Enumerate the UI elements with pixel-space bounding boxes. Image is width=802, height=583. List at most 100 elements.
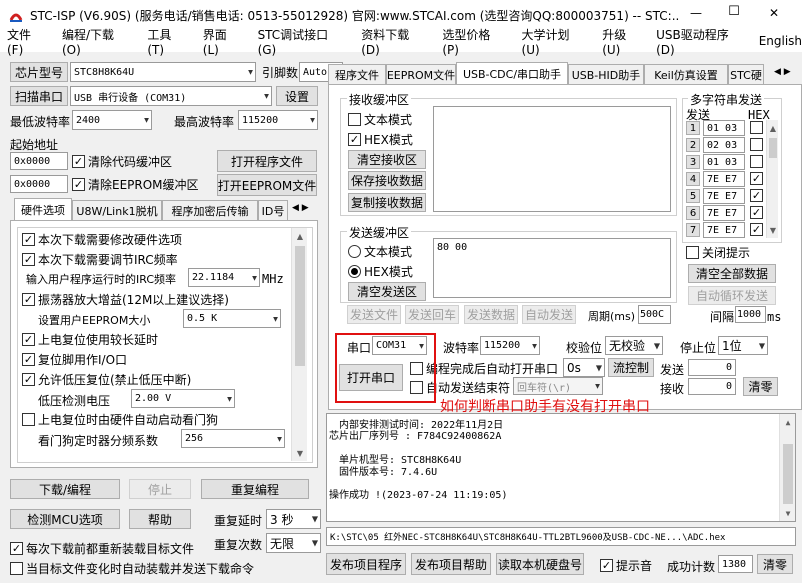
multi-send-7-button[interactable]: 7 (686, 223, 700, 237)
send-textarea[interactable]: 80 00 (433, 238, 671, 298)
multi-send-5-button[interactable]: 5 (686, 189, 700, 203)
long-reset-delay-checkbox[interactable]: ✓ 上电复位使用较长延时 (22, 331, 158, 348)
clear-all-data-button[interactable]: 清空全部数据 (688, 264, 776, 283)
scan-port-button[interactable]: 扫描串口 (10, 86, 68, 106)
multi-send-2-button[interactable]: 2 (686, 138, 700, 152)
rx-hex-mode-checkbox[interactable]: ✓ HEX模式 (348, 131, 413, 148)
publish-help-button[interactable]: 发布项目帮助 (411, 553, 491, 575)
clear-eeprom-checkbox[interactable]: ✓ 清除EEPROM缓冲区 (72, 176, 199, 193)
maximize-button[interactable]: ☐ (724, 4, 744, 19)
multi-hex-6-checkbox[interactable]: ✓ (750, 206, 766, 219)
multi-hex-5-checkbox[interactable]: ✓ (750, 189, 766, 202)
menu-interface[interactable]: 界面(L) (203, 26, 243, 57)
close-hint-checkbox[interactable]: 关闭提示 (686, 244, 750, 261)
menu-price[interactable]: 选型价格(P) (442, 26, 506, 57)
send-return-button[interactable]: 发送回车 (405, 305, 459, 324)
options-scrollbar[interactable]: ▲ ▼ (291, 228, 307, 461)
chip-label-button[interactable]: 芯片型号 (10, 62, 68, 82)
wdt-prescaler-select[interactable]: 256 ▼ (181, 429, 285, 448)
tab-stc-hw[interactable]: STC硬 (728, 64, 764, 84)
scroll-down-icon[interactable]: ▼ (292, 445, 308, 461)
clear-success-button[interactable]: 清零 (757, 554, 793, 574)
repeat-times-select[interactable]: 无限 ▼ (266, 533, 321, 553)
multi-string-3-input[interactable]: 01 03 (703, 154, 745, 170)
scroll-down-icon[interactable]: ▼ (767, 222, 779, 238)
oscillator-gain-checkbox[interactable]: ✓ 振荡器放大增益(12M以上建议选择) (22, 291, 229, 308)
clear-send-button[interactable]: 清空发送区 (348, 282, 426, 301)
menu-usb-driver[interactable]: USB驱动程序(D) (656, 26, 747, 57)
tab-usb-hid[interactable]: USB-HID助手 (568, 64, 644, 84)
auto-watchdog-checkbox[interactable]: 上电复位时由硬件自动启动看门狗 (22, 411, 218, 428)
eeprom-size-select[interactable]: 0.5 K ▼ (183, 309, 281, 328)
auto-reload-checkbox[interactable]: 当目标文件变化时自动装载并发送下载命令 (10, 560, 254, 577)
download-program-button[interactable]: 下载/编程 (10, 479, 120, 499)
multi-string-4-input[interactable]: 7E E7 (703, 171, 745, 187)
copy-receive-button[interactable]: 复制接收数据 (348, 193, 426, 212)
tab-eeprom-file[interactable]: EEPROM文件 (386, 64, 456, 84)
multi-string-6-input[interactable]: 7E E7 (703, 205, 745, 221)
repeat-program-button[interactable]: 重复编程 (201, 479, 309, 499)
menu-tools[interactable]: 工具(T) (147, 26, 187, 57)
minimize-button[interactable]: — (686, 6, 706, 20)
send-file-button[interactable]: 发送文件 (347, 305, 401, 324)
baud-rate-select[interactable]: 115200 ▼ (480, 336, 540, 355)
clear-code-checkbox[interactable]: ✓ 清除代码缓冲区 (72, 153, 172, 170)
parity-select[interactable]: 无校验 ▼ (605, 336, 663, 355)
multi-hex-4-checkbox[interactable]: ✓ (750, 172, 766, 185)
period-input[interactable]: 500C (638, 305, 671, 324)
multi-string-7-input[interactable]: 7E E7 (703, 222, 745, 238)
menu-upgrade[interactable]: 升级(U) (602, 26, 644, 57)
tab-hardware-options[interactable]: 硬件选项 (14, 198, 72, 220)
multi-hex-7-checkbox[interactable]: ✓ (750, 223, 766, 236)
auto-send-button[interactable]: 自动发送 (522, 305, 576, 324)
chip-select[interactable]: STC8H8K64U ▼ (70, 62, 256, 82)
tx-hex-mode-radio[interactable]: HEX模式 (348, 263, 413, 280)
low-voltage-reset-checkbox[interactable]: ✓ 允许低压复位(禁止低压中断) (22, 371, 191, 388)
send-data-button[interactable]: 发送数据 (464, 305, 518, 324)
multi-send-6-button[interactable]: 6 (686, 206, 700, 220)
tab-keil-sim[interactable]: Keil仿真设置 (644, 64, 728, 84)
help-button[interactable]: 帮助 (129, 509, 191, 529)
multi-string-scrollbar[interactable]: ▲ ▼ (766, 120, 778, 238)
adjust-irc-checkbox[interactable]: ✓ 本次下载需要调节IRC频率 (22, 251, 178, 268)
tx-text-mode-radio[interactable]: 文本模式 (348, 243, 412, 260)
scroll-up-icon[interactable]: ▲ (292, 228, 308, 244)
flow-control-button[interactable]: 流控制 (608, 358, 654, 377)
menu-program[interactable]: 编程/下载(O) (62, 26, 132, 57)
stop-bits-select[interactable]: 1位 ▼ (718, 336, 768, 355)
interval-input[interactable]: 1000 (735, 306, 766, 323)
open-eeprom-file-button[interactable]: 打开EEPROM文件 (217, 174, 317, 196)
scroll-down-icon[interactable]: ▼ (780, 505, 796, 521)
multi-send-3-button[interactable]: 3 (686, 155, 700, 169)
close-button[interactable]: ✕ (764, 6, 784, 20)
auto-loop-send-button[interactable]: 自动循环发送 (688, 286, 776, 305)
scrollbar-thumb[interactable] (769, 138, 777, 158)
right-tab-scroll-arrows[interactable]: ◀ ▶ (774, 67, 791, 77)
multi-send-1-button[interactable]: 1 (686, 121, 700, 135)
tab-program-file[interactable]: 程序文件 (328, 64, 386, 84)
multi-hex-1-checkbox[interactable] (750, 121, 766, 134)
lvd-voltage-select[interactable]: 2.00 V ▼ (131, 389, 235, 408)
multi-hex-2-checkbox[interactable] (750, 138, 766, 151)
modify-hardware-checkbox[interactable]: ✓ 本次下载需要修改硬件选项 (22, 231, 182, 248)
menu-english[interactable]: English (759, 34, 802, 48)
tab-scroll-arrows[interactable]: ◀ ▶ (292, 203, 309, 213)
eeprom-address-input[interactable]: 0x0000 (10, 175, 68, 193)
multi-string-5-input[interactable]: 7E E7 (703, 188, 745, 204)
auto-open-delay-select[interactable]: 0s ▼ (563, 358, 605, 377)
open-program-file-button[interactable]: 打开程序文件 (217, 150, 317, 172)
repeat-delay-select[interactable]: 3 秒 ▼ (266, 509, 321, 529)
max-baud-select[interactable]: 115200 ▼ (238, 110, 318, 130)
multi-send-4-button[interactable]: 4 (686, 172, 700, 186)
publish-project-button[interactable]: 发布项目程序 (326, 553, 406, 575)
menu-university[interactable]: 大学计划(U) (522, 26, 588, 57)
menu-debug[interactable]: STC调试接口(G) (258, 26, 347, 57)
menu-docs[interactable]: 资料下载(D) (361, 26, 427, 57)
scrollbar-thumb[interactable] (783, 444, 793, 504)
reset-pin-io-checkbox[interactable]: ✓ 复位脚用作I/O口 (22, 351, 127, 368)
scrollbar-thumb[interactable] (295, 246, 305, 366)
multi-hex-3-checkbox[interactable] (750, 155, 766, 168)
rx-text-mode-checkbox[interactable]: 文本模式 (348, 111, 412, 128)
scroll-up-icon[interactable]: ▲ (767, 120, 779, 136)
settings-button[interactable]: 设置 (276, 86, 318, 106)
